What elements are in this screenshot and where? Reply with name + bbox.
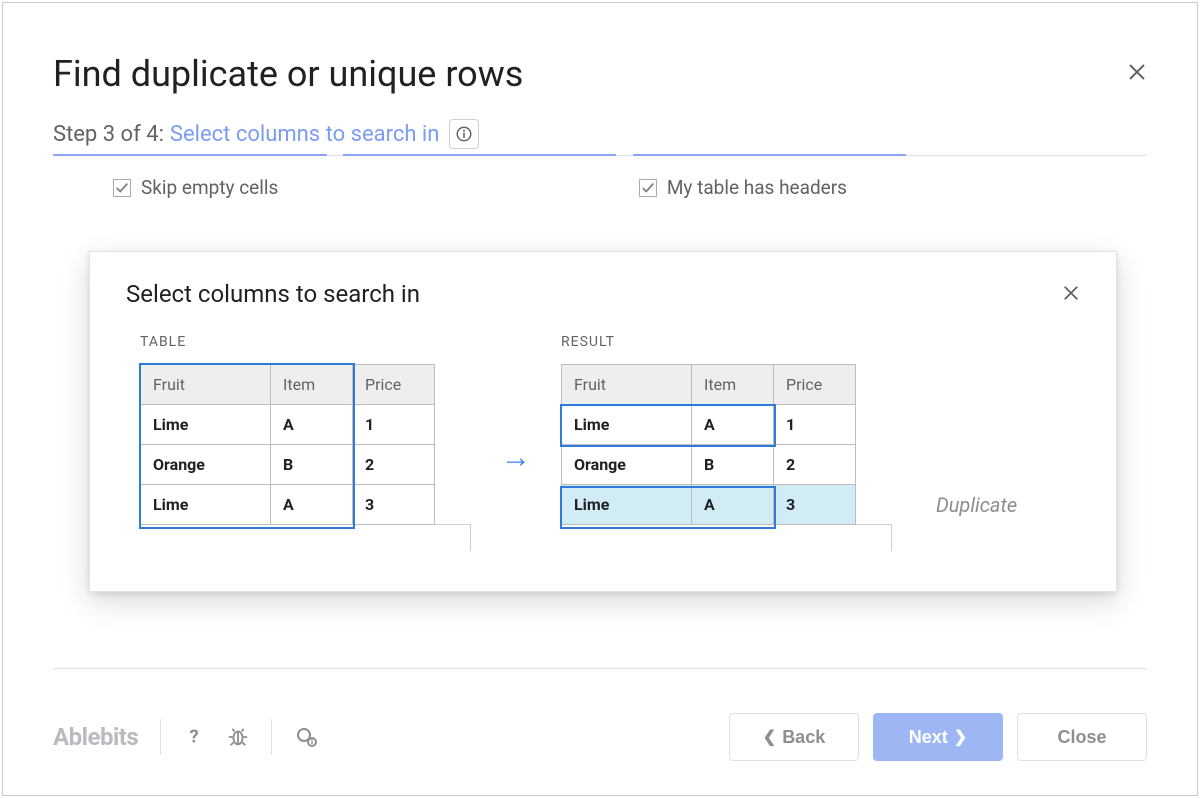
- table-row: Orange B 2: [562, 445, 892, 485]
- table-row: Orange B 2: [141, 445, 471, 485]
- chevron-left-icon: ❮: [763, 727, 776, 747]
- back-button[interactable]: ❮ Back: [729, 713, 859, 761]
- footer-separator: [53, 668, 1147, 669]
- options-row: Skip empty cells My table has headers: [53, 156, 1147, 199]
- diagram: TABLE Fruit Item Price Lime A 1: [126, 334, 1080, 551]
- footer: Ablebits ?: [53, 713, 1147, 761]
- dialog-title: Find duplicate or unique rows: [53, 53, 523, 95]
- svg-text:?: ?: [190, 727, 199, 748]
- header: Find duplicate or unique rows: [53, 53, 1147, 119]
- dialog-window: Find duplicate or unique rows Step 3 of …: [2, 2, 1198, 796]
- has-headers-label: My table has headers: [667, 176, 847, 199]
- checkmark-icon: [639, 179, 657, 197]
- step-indicator: Step 3 of 4: Select columns to search in: [53, 119, 1147, 149]
- duplicate-label: Duplicate: [936, 493, 1017, 517]
- diagram-source: TABLE Fruit Item Price Lime A 1: [140, 334, 471, 551]
- step-prefix: Step 3 of 4:: [53, 122, 164, 147]
- table-header: Fruit: [562, 365, 692, 405]
- result-grid: Fruit Item Price Lime A 1 Orange: [561, 364, 892, 551]
- source-label: TABLE: [140, 334, 471, 350]
- table-header: Item: [271, 365, 353, 405]
- diagram-result: RESULT Fruit Item Price Lime A 1: [561, 334, 892, 551]
- info-icon[interactable]: [449, 119, 479, 149]
- search-info-icon[interactable]: [294, 725, 318, 749]
- table-row: Lime A 3: [141, 485, 471, 525]
- close-button[interactable]: Close: [1017, 713, 1147, 761]
- has-headers-checkbox[interactable]: My table has headers: [639, 176, 847, 199]
- step-label: Select columns to search in: [170, 122, 440, 147]
- help-icon[interactable]: ?: [183, 726, 205, 748]
- close-icon[interactable]: [1127, 59, 1147, 87]
- table-header: Price: [353, 365, 435, 405]
- bug-icon[interactable]: [227, 726, 249, 748]
- brand-logo: Ablebits: [53, 723, 138, 751]
- table-header: Item: [692, 365, 774, 405]
- chevron-right-icon: ❯: [954, 727, 967, 747]
- table-row-duplicate: Lime A 3: [562, 485, 892, 525]
- popover-title: Select columns to search in: [126, 280, 420, 308]
- info-popover: Select columns to search in TABLE Fruit …: [89, 251, 1117, 592]
- skip-empty-checkbox[interactable]: Skip empty cells: [113, 176, 278, 199]
- table-row: Lime A 1: [562, 405, 892, 445]
- popover-close-icon[interactable]: [1062, 280, 1080, 308]
- table-header: Price: [774, 365, 856, 405]
- next-button[interactable]: Next ❯: [873, 713, 1003, 761]
- arrow-right-icon: →: [495, 440, 537, 475]
- table-header: Fruit: [141, 365, 271, 405]
- checkmark-icon: [113, 179, 131, 197]
- progress-bar: [53, 155, 1147, 156]
- table-row: Lime A 1: [141, 405, 471, 445]
- skip-empty-label: Skip empty cells: [141, 176, 278, 199]
- result-label: RESULT: [561, 334, 892, 350]
- source-grid: Fruit Item Price Lime A 1 Orange: [140, 364, 471, 551]
